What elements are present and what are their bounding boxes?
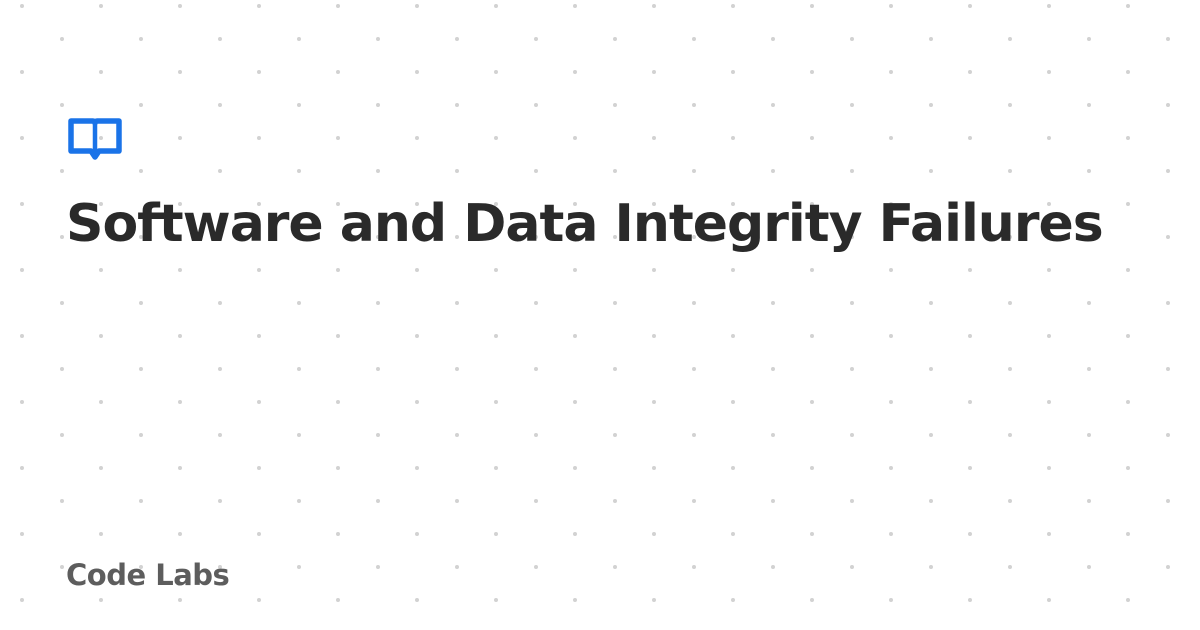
- page-title: Software and Data Integrity Failures: [66, 194, 1104, 254]
- open-book-icon: [68, 118, 122, 160]
- dot-pattern-background: [20, 4, 1170, 602]
- social-preview-card: Software and Data Integrity Failures Cod…: [0, 0, 1200, 630]
- brand-name: Code Labs: [66, 558, 230, 592]
